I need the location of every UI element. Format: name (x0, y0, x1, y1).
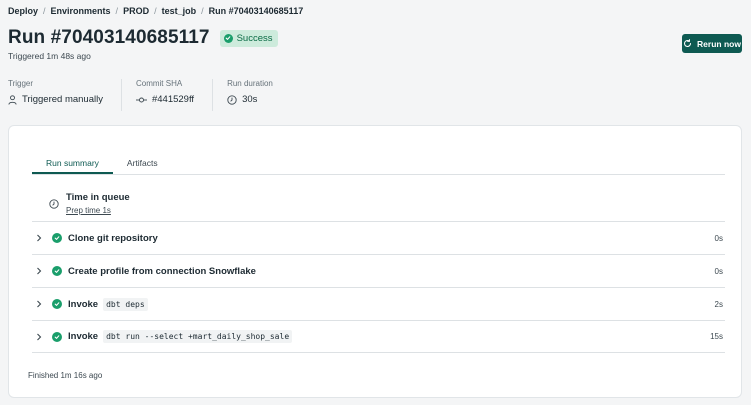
check-circle-icon (52, 331, 62, 342)
trigger-block: Trigger Triggered manually (8, 79, 122, 111)
user-icon (8, 94, 17, 105)
queue-title: Time in queue (66, 192, 130, 203)
step-duration: 2s (714, 299, 723, 309)
step-name: Create profile from connection Snowflake (68, 266, 256, 277)
status-text: Success (236, 32, 273, 44)
step-duration: 0s (714, 266, 723, 276)
run-steps: Clone git repository 0s Create profile f… (32, 221, 725, 353)
clock-icon (227, 94, 237, 105)
breadcrumb-test-job[interactable]: test_job (162, 6, 197, 16)
breadcrumb-run[interactable]: Run #70403140685117 (209, 6, 304, 16)
breadcrumb-separator: / (115, 6, 119, 16)
status-badge: Success (219, 29, 279, 47)
tab-run-summary[interactable]: Run summary (32, 154, 113, 174)
step-label: Invoke (68, 298, 99, 310)
breadcrumb-separator: / (201, 6, 204, 16)
step-row[interactable]: Invoke dbt deps 2s (32, 287, 725, 320)
duration-label: Run duration (227, 79, 273, 88)
duration-block: Run duration 30s (227, 79, 291, 111)
breadcrumb-prod[interactable]: PROD (123, 6, 149, 16)
step-row[interactable]: Invoke dbt run --select +mart_daily_shop… (32, 320, 725, 353)
rerun-label: Rerun now (697, 38, 741, 49)
finished-time: Finished 1m 16s ago (28, 371, 103, 380)
step-row[interactable]: Clone git repository 0s (32, 221, 725, 254)
trigger-value: Triggered manually (22, 94, 103, 105)
commit-value[interactable]: #441529ff (152, 94, 194, 105)
chevron-right-icon[interactable] (36, 333, 48, 341)
run-summary-card: Run summary Artifacts Time in queue Prep… (8, 125, 742, 398)
triggered-time: Triggered 1m 48s ago (8, 51, 91, 61)
refresh-icon (684, 39, 692, 47)
chevron-right-icon[interactable] (36, 234, 48, 242)
breadcrumb-deploy[interactable]: Deploy (8, 6, 38, 16)
check-circle-icon (52, 233, 62, 243)
step-row[interactable]: Create profile from connection Snowflake… (32, 254, 725, 287)
trigger-value-row: Triggered manually (8, 94, 103, 105)
breadcrumb-environments[interactable]: Environments (51, 6, 111, 16)
duration-value-row: 30s (227, 94, 273, 105)
title-row: Run #70403140685117 Success (8, 27, 279, 49)
step-duration: 0s (714, 233, 723, 243)
git-commit-icon (135, 97, 147, 102)
breadcrumb: Deploy / Environments / PROD / test_job … (8, 6, 303, 16)
chevron-right-icon[interactable] (36, 267, 48, 275)
step-label: Create profile from connection Snowflake (68, 265, 256, 277)
trigger-label: Trigger (8, 79, 34, 88)
chevron-right-icon[interactable] (36, 300, 48, 308)
clock-icon (49, 199, 59, 209)
step-name: Invoke dbt deps (68, 297, 148, 311)
step-name: Clone git repository (68, 233, 158, 244)
tabs: Run summary Artifacts (32, 154, 725, 175)
step-name: Invoke dbt run --select +mart_daily_shop… (68, 330, 293, 343)
commit-block: Commit SHA #441529ff (135, 79, 214, 111)
step-label: Invoke (68, 331, 99, 342)
breadcrumb-separator: / (154, 6, 157, 16)
time-in-queue: Time in queue Prep time 1s (49, 192, 130, 215)
commit-label: Commit SHA (135, 79, 183, 88)
rerun-button[interactable]: Rerun now (682, 34, 742, 53)
page-title: Run #70403140685117 (8, 27, 210, 48)
step-label: Clone git repository (68, 232, 158, 244)
step-command: dbt run --select +mart_daily_shop_sale (103, 330, 293, 343)
run-meta: Trigger Triggered manually Commit SHA #4… (8, 79, 305, 111)
commit-value-row: #441529ff (135, 94, 194, 105)
tab-artifacts[interactable]: Artifacts (113, 154, 172, 174)
check-circle-icon (223, 33, 233, 43)
step-duration: 15s (710, 332, 723, 341)
check-circle-icon (52, 266, 62, 276)
step-command: dbt deps (103, 297, 148, 311)
check-circle-icon (52, 299, 62, 309)
breadcrumb-separator: / (43, 6, 46, 16)
prep-time-link[interactable]: Prep time 1s (66, 206, 130, 215)
duration-value: 30s (242, 94, 258, 105)
